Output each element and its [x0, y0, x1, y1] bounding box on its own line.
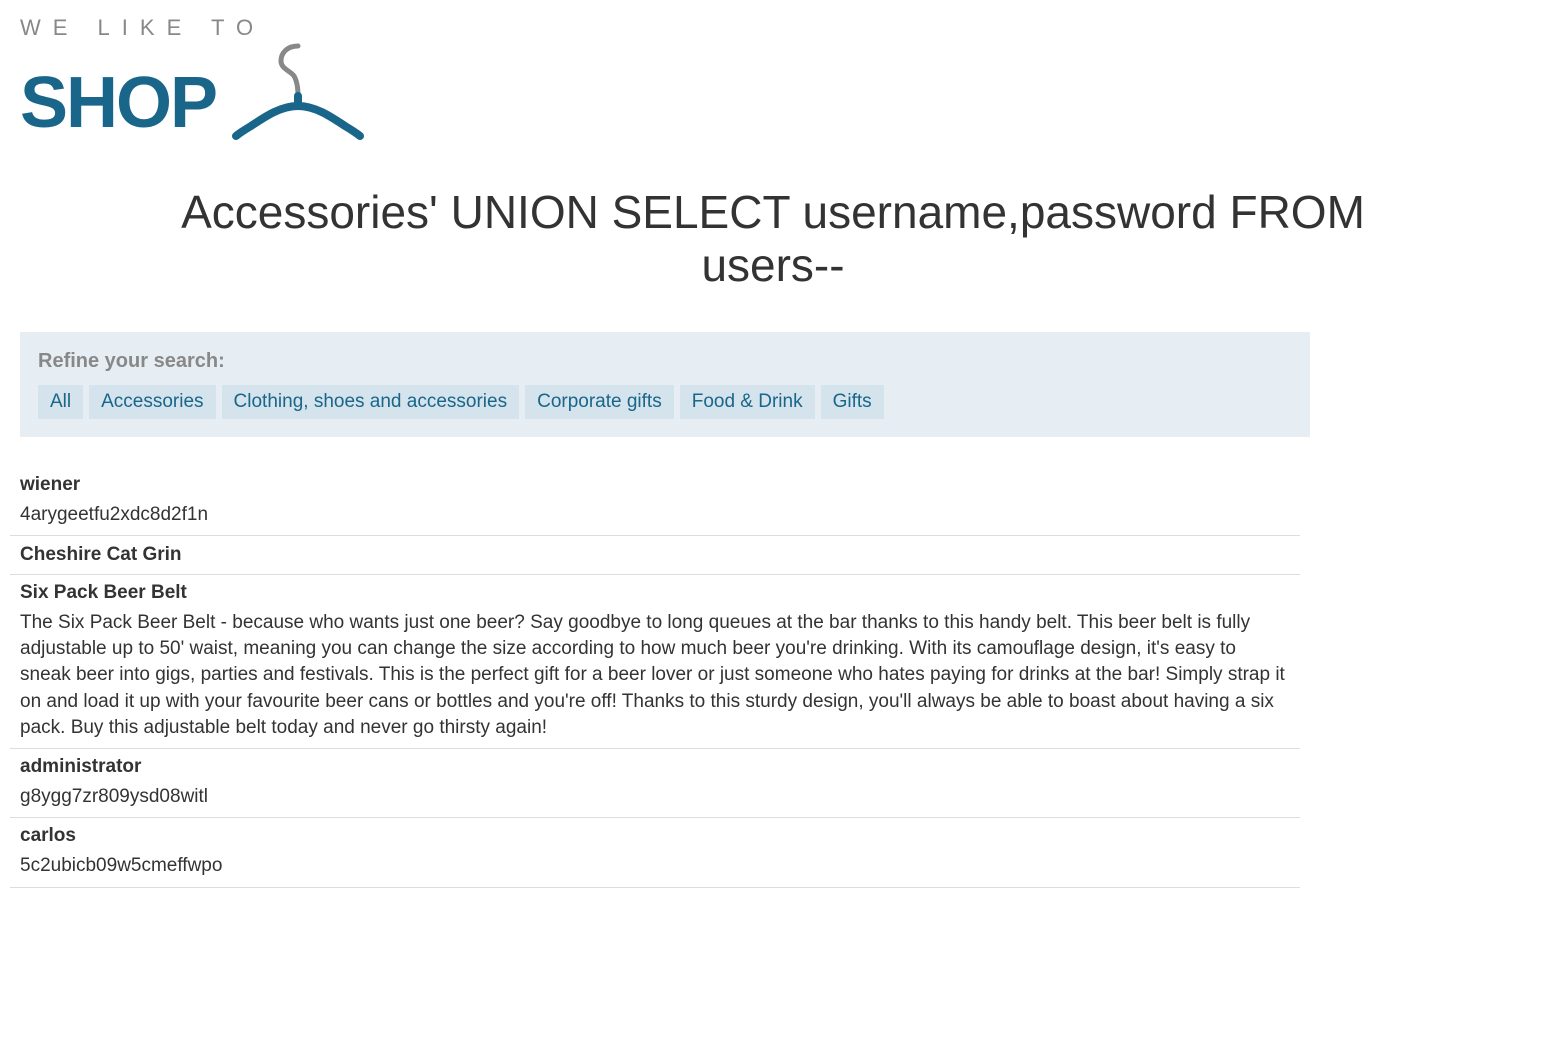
filter-gifts[interactable]: Gifts [821, 385, 884, 419]
result-body: g8ygg7zr809ysd08witl [20, 784, 1290, 810]
result-title: administrator [20, 756, 1290, 784]
result-row: Six Pack Beer Belt The Six Pack Beer Bel… [10, 575, 1300, 749]
result-title: carlos [20, 825, 1290, 853]
result-body: 4arygeetfu2xdc8d2f1n [20, 502, 1290, 528]
logo-brand: SHOP [20, 71, 216, 136]
result-body: 5c2ubicb09w5cmeffwpo [20, 853, 1290, 879]
result-title: Cheshire Cat Grin [20, 544, 1290, 566]
result-title: wiener [20, 474, 1290, 502]
filter-clothing[interactable]: Clothing, shoes and accessories [222, 385, 520, 419]
filter-all[interactable]: All [38, 385, 83, 419]
result-row: carlos 5c2ubicb09w5cmeffwpo [10, 818, 1300, 887]
result-body: The Six Pack Beer Belt - because who wan… [20, 610, 1290, 741]
result-title: Six Pack Beer Belt [20, 582, 1290, 610]
site-logo: WE LIKE TO SHOP [10, 10, 1536, 156]
filter-row: All Accessories Clothing, shoes and acce… [38, 385, 1292, 419]
results-list: wiener 4arygeetfu2xdc8d2f1n Cheshire Cat… [10, 467, 1300, 888]
filter-accessories[interactable]: Accessories [89, 385, 215, 419]
logo-tagline: WE LIKE TO [20, 15, 366, 41]
filter-corporate-gifts[interactable]: Corporate gifts [525, 385, 674, 419]
result-row: wiener 4arygeetfu2xdc8d2f1n [10, 467, 1300, 536]
refine-label: Refine your search: [38, 350, 1292, 373]
page-title: Accessories' UNION SELECT username,passw… [133, 186, 1413, 292]
result-row: administrator g8ygg7zr809ysd08witl [10, 749, 1300, 818]
refine-search-panel: Refine your search: All Accessories Clot… [20, 332, 1310, 437]
result-row: Cheshire Cat Grin [10, 536, 1300, 575]
filter-food-drink[interactable]: Food & Drink [680, 385, 815, 419]
hanger-icon [231, 41, 366, 141]
